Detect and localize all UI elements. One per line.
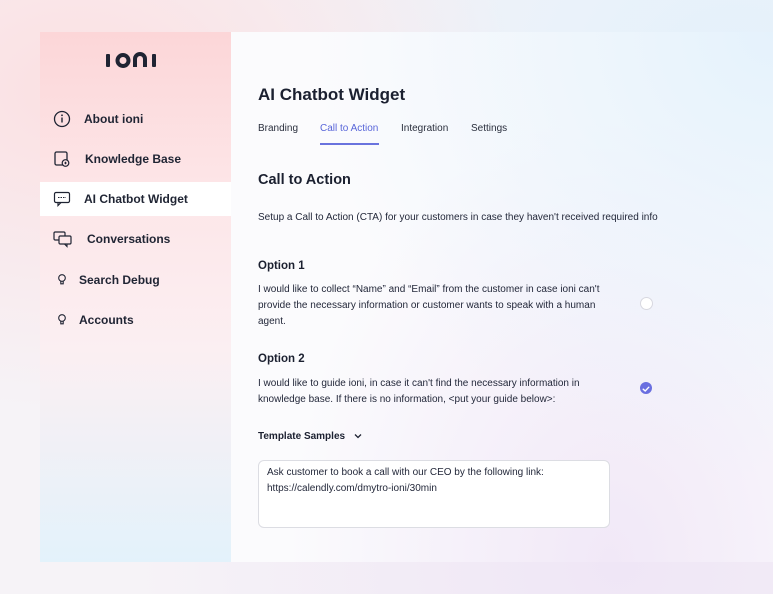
sidebar-item-label: AI Chatbot Widget [84, 192, 188, 206]
ioni-logo-mark [106, 52, 156, 68]
sidebar-item-search-debug[interactable]: Search Debug [40, 263, 231, 297]
ioni-logo [104, 49, 168, 71]
option-1-title: Option 1 [258, 260, 305, 272]
chat-widget-icon [53, 190, 71, 208]
window-frame: About ioni Knowledge Base AI Chatbot Wid… [0, 0, 773, 594]
tab-settings[interactable]: Settings [471, 123, 507, 134]
section-description: Setup a Call to Action (CTA) for your cu… [258, 212, 658, 223]
template-samples-label: Template Samples [258, 431, 346, 443]
tab-call-to-action[interactable]: Call to Action [320, 123, 378, 134]
sidebar-item-label: About ioni [84, 112, 144, 126]
sidebar-item-label: Conversations [87, 232, 171, 246]
sidebar-item-label: Knowledge Base [85, 152, 182, 166]
app-window: About ioni Knowledge Base AI Chatbot Wid… [40, 32, 773, 562]
sidebar-item-label: Accounts [79, 313, 134, 327]
template-samples-dropdown[interactable]: Template Samples [258, 431, 362, 442]
guide-text-line-1: Ask customer to book a call with our CEO… [267, 467, 544, 478]
chevron-down-icon [354, 431, 362, 442]
sidebar-item-conversations[interactable]: Conversations [40, 222, 231, 256]
option-1-radio[interactable] [640, 297, 653, 310]
sidebar-item-about-ioni[interactable]: About ioni [40, 102, 231, 136]
knowledge-base-icon [53, 150, 71, 168]
sidebar-item-ai-chatbot-widget[interactable]: AI Chatbot Widget [40, 182, 231, 216]
tab-branding[interactable]: Branding [258, 123, 298, 134]
guide-text-line-2: https://calendly.com/dmytro-ioni/30min [267, 483, 437, 494]
main-content: AI Chatbot Widget Branding Call to Actio… [231, 32, 773, 562]
option-1-text-line-1: I would like to collect “Name” and “Emai… [258, 284, 600, 295]
option-2-radio[interactable] [640, 382, 652, 394]
info-icon [53, 110, 71, 128]
sidebar-item-accounts[interactable]: Accounts [40, 303, 231, 337]
active-tab-indicator [320, 143, 379, 145]
bulb-icon [53, 311, 71, 329]
conversations-icon [53, 230, 72, 248]
option-2-text-line-1: I would like to guide ioni, in case it c… [258, 378, 580, 389]
option-2-title: Option 2 [258, 353, 305, 365]
bulb-icon [53, 271, 71, 289]
sidebar-item-knowledge-base[interactable]: Knowledge Base [40, 142, 231, 176]
option-1-text-line-2: provide the necessary information or cus… [258, 300, 596, 311]
checkmark-icon [642, 386, 650, 392]
page-title: AI Chatbot Widget [258, 85, 406, 104]
tab-integration[interactable]: Integration [401, 123, 448, 134]
section-title: Call to Action [258, 172, 351, 188]
guide-textarea[interactable]: Ask customer to book a call with our CEO… [258, 460, 610, 528]
option-2-text-line-2: knowledge base. If there is no informati… [258, 394, 556, 405]
option-1-text-line-3: agent. [258, 316, 286, 327]
sidebar: About ioni Knowledge Base AI Chatbot Wid… [40, 32, 231, 562]
sidebar-item-label: Search Debug [79, 273, 160, 287]
